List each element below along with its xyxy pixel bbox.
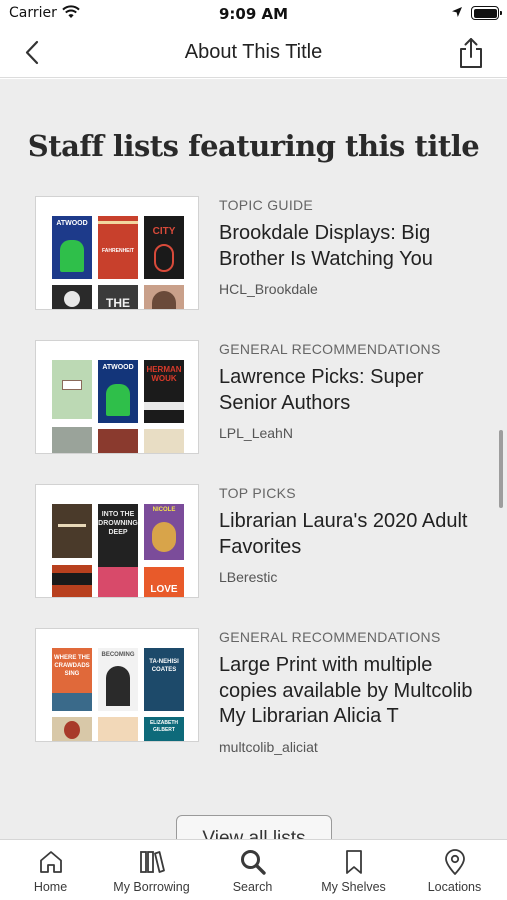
search-icon xyxy=(240,850,266,875)
tab-label: Search xyxy=(232,880,273,894)
page-title: About This Title xyxy=(184,41,323,63)
book-cover xyxy=(52,717,92,741)
clock: 9:09 AM xyxy=(218,5,289,23)
book-cover: FAHRENHEIT xyxy=(98,216,138,279)
book-cover: ELIZABETH GILBERT xyxy=(144,717,184,741)
book-cover xyxy=(52,427,92,453)
status-bar: Carrier 9:09 AM xyxy=(0,0,507,28)
list-category: GENERAL RECOMMENDATIONS xyxy=(219,629,441,645)
list-cover-collage: WHERE THE CRAWDADS SING BECOMING TA-NEHI… xyxy=(35,628,199,742)
book-cover xyxy=(52,504,92,558)
tab-bar: Home My Borrowing Search My Shelves Loca… xyxy=(0,839,507,900)
tab-label: My Borrowing xyxy=(113,880,190,894)
list-title[interactable]: Large Print with multiple copies availab… xyxy=(219,653,479,730)
list-category: GENERAL RECOMMENDATIONS xyxy=(219,341,441,357)
list-cover-collage: INTO THE DROWNING DEEP NICOLE LOVE xyxy=(35,484,199,598)
list-meta: GENERAL RECOMMENDATIONS Lawrence Picks: … xyxy=(219,340,479,441)
list-title[interactable]: Brookdale Displays: Big Brother Is Watch… xyxy=(219,221,479,272)
tab-label: Home xyxy=(33,880,68,894)
battery-icon xyxy=(471,6,502,20)
tab-my-borrowing[interactable]: My Borrowing xyxy=(101,840,202,900)
book-cover: CITY xyxy=(144,216,184,279)
section-title: Staff lists featuring this title xyxy=(27,129,480,163)
book-cover: LOVE xyxy=(144,567,184,597)
book-cover: NICOLE xyxy=(144,504,184,560)
list-cover-collage: ATWOOD FAHRENHEIT CITY THE xyxy=(35,196,199,310)
scrollbar[interactable] xyxy=(499,430,503,508)
book-cover xyxy=(98,429,138,453)
list-meta: GENERAL RECOMMENDATIONS Large Print with… xyxy=(219,628,479,755)
list-owner: LPL_LeahN xyxy=(219,425,293,441)
tab-my-shelves[interactable]: My Shelves xyxy=(303,840,404,900)
book-cover xyxy=(52,360,92,419)
list-cover-collage: ATWOOD HERMAN WOUK xyxy=(35,340,199,454)
bookmark-icon xyxy=(345,850,362,874)
book-cover: HERMAN WOUK xyxy=(144,360,184,423)
book-cover xyxy=(144,285,184,309)
book-cover xyxy=(144,429,184,453)
share-button[interactable] xyxy=(456,36,486,70)
tab-locations[interactable]: Locations xyxy=(404,840,505,900)
book-cover: BECOMING xyxy=(98,648,138,711)
book-cover: WHERE THE CRAWDADS SING xyxy=(52,648,92,711)
list-owner: multcolib_aliciat xyxy=(219,738,318,755)
list-owner: LBerestic xyxy=(219,569,278,585)
books-icon xyxy=(139,851,165,873)
book-cover: ATWOOD xyxy=(52,216,92,279)
book-cover: INTO THE DROWNING DEEP xyxy=(98,504,138,567)
home-icon xyxy=(39,851,62,873)
book-cover xyxy=(98,567,138,597)
tab-label: Locations xyxy=(427,880,482,894)
view-all-lists-button[interactable]: View all lists xyxy=(176,815,332,839)
nav-bar: About This Title xyxy=(0,28,507,78)
book-cover xyxy=(98,717,138,741)
tab-label: My Shelves xyxy=(321,880,386,894)
book-cover xyxy=(52,285,92,309)
book-cover xyxy=(52,565,92,597)
book-cover: THE xyxy=(98,285,138,309)
list-meta: TOP PICKS Librarian Laura's 2020 Adult F… xyxy=(219,484,479,585)
list-title[interactable]: Lawrence Picks: Super Senior Authors xyxy=(219,365,479,416)
location-arrow-icon xyxy=(452,7,462,17)
book-cover: TA-NEHISI COATES xyxy=(144,648,184,711)
list-category: TOPIC GUIDE xyxy=(219,197,314,213)
list-title[interactable]: Librarian Laura's 2020 Adult Favorites xyxy=(219,509,479,560)
map-pin-icon xyxy=(444,849,465,875)
list-owner: HCL_Brookdale xyxy=(219,281,318,297)
tab-home[interactable]: Home xyxy=(0,840,101,900)
tab-search[interactable]: Search xyxy=(202,840,303,900)
book-cover: ATWOOD xyxy=(98,360,138,423)
list-meta: TOPIC GUIDE Brookdale Displays: Big Brot… xyxy=(219,196,479,297)
content-area: Staff lists featuring this title ATWOOD … xyxy=(0,79,507,839)
list-category: TOP PICKS xyxy=(219,485,296,501)
share-icon xyxy=(460,38,482,68)
